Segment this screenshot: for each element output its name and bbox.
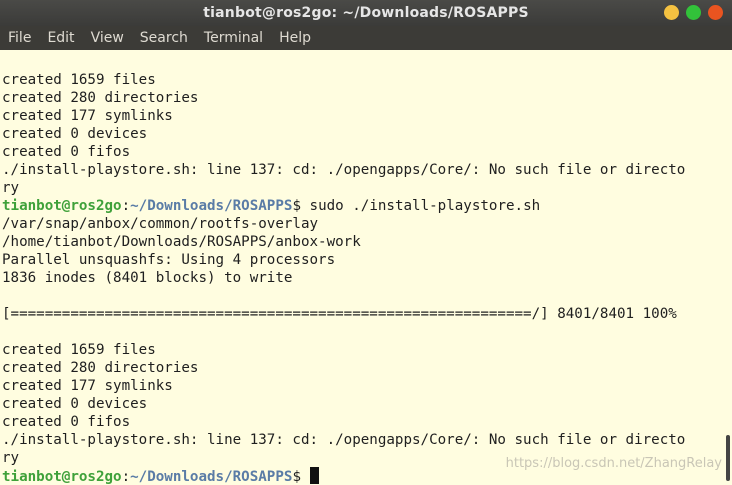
menu-terminal[interactable]: Terminal [196, 26, 271, 50]
terminal-output[interactable]: created 1659 files created 280 directorie… [0, 50, 722, 485]
window-controls [664, 5, 723, 20]
title-bar[interactable]: tianbot@ros2go: ~/Downloads/ROSAPPS [0, 0, 732, 26]
output-line: created 0 fifos [2, 414, 131, 430]
prompt-symbol: $ [292, 198, 301, 214]
menu-edit[interactable]: Edit [39, 26, 82, 50]
menu-file[interactable]: File [0, 26, 39, 50]
menu-view[interactable]: View [83, 26, 132, 50]
output-line: /home/tianbot/Downloads/ROSAPPS/anbox-wo… [2, 234, 361, 250]
maximize-button[interactable] [686, 5, 701, 20]
output-line: 1836 inodes (8401 blocks) to write [2, 270, 293, 286]
prompt-path: ~/Downloads/ROSAPPS [130, 198, 293, 214]
menu-search[interactable]: Search [132, 26, 196, 50]
output-line: [=======================================… [2, 306, 677, 322]
close-button[interactable] [708, 5, 723, 20]
terminal-window: tianbot@ros2go: ~/Downloads/ROSAPPS File… [0, 0, 732, 485]
output-line: created 177 symlinks [2, 378, 173, 394]
prompt-path: ~/Downloads/ROSAPPS [130, 469, 293, 485]
text-cursor [309, 467, 319, 484]
output-line: created 0 fifos [2, 144, 131, 160]
output-line: /var/snap/anbox/common/rootfs-overlay [2, 216, 319, 232]
prompt-separator: : [121, 198, 131, 214]
output-line: Parallel unsquashfs: Using 4 processors [2, 252, 336, 268]
prompt-separator: : [121, 469, 131, 485]
watermark: https://blog.csdn.net/ZhangRelay [505, 456, 722, 471]
output-line: created 177 symlinks [2, 108, 173, 124]
scrollbar[interactable] [722, 50, 732, 485]
output-line: created 280 directories [2, 90, 199, 106]
output-line: created 0 devices [2, 126, 148, 142]
prompt-command: sudo ./install-playstore.sh [300, 198, 541, 214]
menu-help[interactable]: Help [271, 26, 319, 50]
output-line: ry [2, 180, 20, 196]
output-line: created 1659 files [2, 342, 156, 358]
output-line: created 280 directories [2, 360, 199, 376]
output-line: ./install-playstore.sh: line 137: cd: ./… [2, 432, 686, 448]
minimize-button[interactable] [664, 5, 679, 20]
scrollbar-thumb[interactable] [726, 435, 730, 481]
output-line: created 0 devices [2, 396, 148, 412]
prompt-command [301, 469, 310, 485]
output-line: ./install-playstore.sh: line 137: cd: ./… [2, 162, 686, 178]
window-title: tianbot@ros2go: ~/Downloads/ROSAPPS [203, 5, 529, 21]
prompt-line: tianbot@ros2go:~/Downloads/ROSAPPS$ sudo… [2, 197, 722, 215]
prompt-symbol: $ [292, 469, 301, 485]
prompt-user: tianbot@ros2go [2, 469, 122, 485]
prompt-user: tianbot@ros2go [2, 198, 122, 214]
output-line: created 1659 files [2, 72, 156, 88]
menu-bar: File Edit View Search Terminal Help [0, 26, 732, 50]
